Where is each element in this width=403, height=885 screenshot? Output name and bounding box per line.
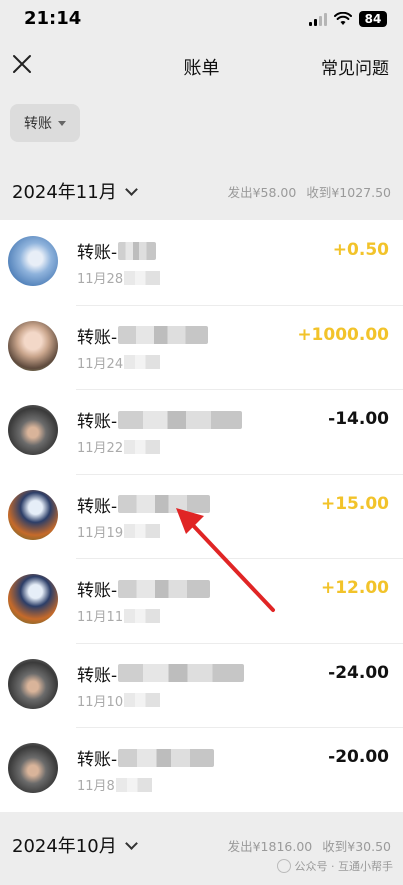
blurred-time [124, 524, 161, 538]
transaction-row[interactable]: 转账- 11月10 -24.00 [0, 642, 403, 728]
blurred-time [124, 693, 161, 707]
month-selector[interactable]: 2024年11月 [12, 178, 138, 204]
transaction-date: 11月10 [77, 691, 161, 710]
transaction-amount: -20.00 [328, 747, 389, 767]
month-label: 2024年10月 [12, 836, 117, 857]
transaction-date-text: 11月19 [77, 525, 124, 541]
transfer-filter-dropdown[interactable]: 转账 [10, 104, 80, 142]
transaction-title-text: 转账- [77, 327, 118, 348]
transaction-amount: +1000.00 [297, 324, 389, 345]
blurred-time [124, 439, 161, 454]
transaction-title-text: 转账- [77, 412, 118, 432]
transaction-row[interactable]: 转账- 11月24 +1000.00 [0, 304, 403, 390]
transaction-date: 11月24 [77, 353, 161, 372]
transaction-title: 转账- [77, 745, 215, 770]
chevron-down-icon [124, 836, 138, 850]
month-summary: 发出¥58.00 收到¥1027.50 [228, 182, 391, 201]
avatar [8, 405, 58, 455]
month-summary: 发出¥1816.00 收到¥30.50 [228, 836, 391, 855]
filter-label: 转账 [24, 116, 52, 132]
watermark-text: 公众号 · 互通小帮手 [294, 860, 394, 873]
blurred-name [118, 241, 157, 260]
transaction-date-text: 11月24 [77, 356, 124, 372]
faq-button[interactable]: 常见问题 [321, 54, 389, 79]
transaction-title: 转账- [77, 238, 157, 263]
avatar [8, 574, 58, 624]
chevron-down-icon [124, 182, 138, 196]
blurred-name [118, 410, 243, 429]
transaction-row[interactable]: 转账- 11月11 +12.00 [0, 558, 403, 643]
transaction-amount: +12.00 [320, 578, 389, 598]
avatar [8, 658, 58, 709]
transaction-amount: -24.00 [328, 662, 389, 683]
avatar [8, 320, 58, 371]
transaction-row[interactable]: 转账- 11月8 -20.00 [0, 727, 403, 812]
transaction-title-text: 转账- [77, 581, 118, 601]
blurred-name [118, 664, 245, 682]
transaction-title: 转账- [77, 492, 211, 517]
transaction-title-text: 转账- [77, 665, 118, 686]
blurred-name [118, 495, 211, 513]
transaction-date: 11月28 [77, 268, 161, 287]
transaction-title: 转账- [77, 407, 243, 432]
transaction-date: 11月19 [77, 522, 161, 541]
avatar [8, 489, 58, 540]
wifi-icon [334, 12, 352, 25]
blurred-time [115, 777, 152, 792]
transaction-row[interactable]: 转账- 11月19 +15.00 [0, 473, 403, 559]
transaction-title: 转账- [77, 323, 209, 348]
blurred-name [118, 579, 211, 598]
transaction-list: 转账- 11月28 +0.50 转账- 11月24 +1000.00 转账- 1… [0, 220, 403, 812]
month-header-nov: 2024年11月 发出¥58.00 收到¥1027.50 [0, 166, 403, 216]
transaction-date-text: 11月8 [77, 779, 115, 794]
blurred-time [124, 355, 161, 369]
transaction-amount: -14.00 [328, 409, 389, 429]
transaction-amount: +15.00 [320, 493, 389, 514]
blurred-name [118, 326, 209, 344]
transaction-title: 转账- [77, 576, 211, 601]
caret-down-icon [58, 120, 66, 126]
blurred-name [118, 748, 215, 767]
nav-bar: 账单 常见问题 [0, 40, 403, 92]
month-income: 收到¥30.50 [322, 838, 391, 854]
watermark: 公众号 · 互通小帮手 [276, 858, 394, 874]
transaction-date-text: 11月11 [77, 610, 124, 625]
transaction-date-text: 11月28 [77, 272, 124, 287]
transaction-date: 11月11 [77, 606, 161, 625]
transaction-row[interactable]: 转账- 11月22 -14.00 [0, 389, 403, 474]
avatar [8, 743, 58, 793]
transaction-row[interactable]: 转账- 11月28 +0.50 [0, 220, 403, 305]
blurred-time [124, 608, 161, 623]
avatar [8, 236, 58, 286]
transaction-date: 11月8 [77, 775, 152, 794]
transaction-date: 11月22 [77, 437, 161, 456]
month-expense: 发出¥1816.00 [227, 838, 313, 854]
status-icons: 84 [309, 10, 387, 28]
status-time: 21:14 [24, 8, 82, 29]
transaction-title-text: 转账- [77, 243, 118, 263]
transaction-amount: +0.50 [332, 240, 389, 260]
battery-icon: 84 [359, 11, 387, 27]
transaction-title-text: 转账- [77, 750, 118, 770]
month-expense: 发出¥58.00 [227, 184, 297, 200]
transaction-title-text: 转账- [77, 496, 118, 517]
month-selector[interactable]: 2024年10月 [12, 832, 138, 858]
month-income: 收到¥1027.50 [306, 184, 391, 200]
transaction-date-text: 11月22 [77, 441, 124, 456]
month-label: 2024年11月 [12, 182, 117, 203]
status-bar: 21:14 84 [0, 0, 403, 40]
transaction-date-text: 11月10 [77, 694, 124, 710]
cellular-signal-icon [309, 12, 327, 26]
blurred-time [124, 270, 161, 285]
wechat-official-account-icon [276, 859, 291, 873]
transaction-title: 转账- [77, 661, 245, 686]
